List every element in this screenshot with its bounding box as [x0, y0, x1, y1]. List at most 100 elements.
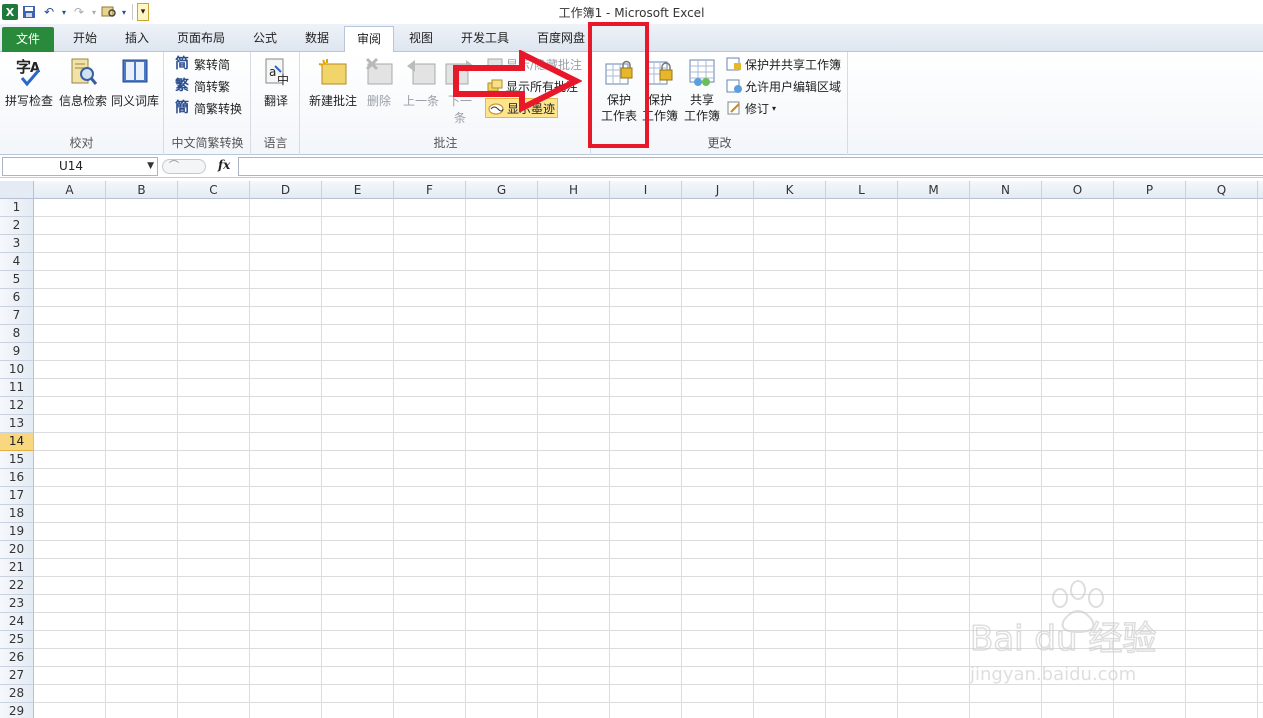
- changes-group-label: 更改: [707, 136, 732, 150]
- translate-button[interactable]: a中 翻译: [254, 56, 298, 109]
- show-all-comments-button[interactable]: 显示所有批注: [487, 76, 578, 96]
- row-header-27[interactable]: 27: [0, 667, 34, 685]
- tab-home[interactable]: 开始: [60, 26, 110, 52]
- to-traditional-button[interactable]: 繁 简转繁: [175, 76, 230, 96]
- column-header-e[interactable]: E: [322, 181, 394, 199]
- hide-comment-button[interactable]: 显示/隐藏批注: [487, 54, 582, 74]
- row-header-24[interactable]: 24: [0, 613, 34, 631]
- thesaurus-label: 同义词库: [110, 94, 159, 108]
- row-header-2[interactable]: 2: [0, 217, 34, 235]
- insert-function-button[interactable]: fx: [218, 158, 230, 172]
- row-header-29[interactable]: 29: [0, 703, 34, 718]
- column-header-c[interactable]: C: [178, 181, 250, 199]
- row-header-12[interactable]: 12: [0, 397, 34, 415]
- tab-baidu-netdisk[interactable]: 百度网盘: [528, 26, 594, 52]
- next-comment-button[interactable]: 下一条: [443, 56, 477, 126]
- tab-file[interactable]: 文件: [2, 27, 54, 52]
- show-ink-button[interactable]: 显示墨迹: [485, 98, 559, 118]
- row-header-21[interactable]: 21: [0, 559, 34, 577]
- tab-view[interactable]: 视图: [398, 26, 444, 52]
- column-header-p[interactable]: P: [1114, 181, 1186, 199]
- previous-comment-button[interactable]: 上一条: [401, 56, 441, 109]
- column-header-partial[interactable]: [1258, 181, 1263, 199]
- row-header-7[interactable]: 7: [0, 307, 34, 325]
- track-changes-dropdown-icon[interactable]: ▾: [772, 104, 776, 113]
- row-header-14[interactable]: 14: [0, 433, 34, 451]
- protect-share-button[interactable]: 保护并共享工作簿: [726, 54, 841, 74]
- row-header-26[interactable]: 26: [0, 649, 34, 667]
- row-header-17[interactable]: 17: [0, 487, 34, 505]
- row-header-19[interactable]: 19: [0, 523, 34, 541]
- row-header-28[interactable]: 28: [0, 685, 34, 703]
- column-header-n[interactable]: N: [970, 181, 1042, 199]
- row-header-3[interactable]: 3: [0, 235, 34, 253]
- row-header-9[interactable]: 9: [0, 343, 34, 361]
- name-box-dropdown-icon[interactable]: ▼: [147, 158, 154, 175]
- row-header-13[interactable]: 13: [0, 415, 34, 433]
- title-bar: X ↶ ▾ ↷ ▾ ▾ ▾ 工作簿1 - Microsoft Excel: [0, 0, 1263, 24]
- delete-comment-button[interactable]: 删除: [361, 56, 397, 109]
- row-header-5[interactable]: 5: [0, 271, 34, 289]
- spell-check-button[interactable]: 字A 拼写检查: [4, 56, 54, 109]
- tab-review[interactable]: 审阅: [344, 26, 394, 53]
- ribbon-tabs: 文件 开始 插入 页面布局 公式 数据 审阅 视图 开发工具 百度网盘: [0, 24, 1263, 53]
- row-header-1[interactable]: 1: [0, 199, 34, 217]
- row-header-6[interactable]: 6: [0, 289, 34, 307]
- protect-sheet-button[interactable]: 保护 工作表: [596, 56, 642, 124]
- column-header-d[interactable]: D: [250, 181, 322, 199]
- row-header-4[interactable]: 4: [0, 253, 34, 271]
- column-header-h[interactable]: H: [538, 181, 610, 199]
- column-header-b[interactable]: B: [106, 181, 178, 199]
- row-header-10[interactable]: 10: [0, 361, 34, 379]
- new-comment-button[interactable]: 新建批注: [305, 56, 361, 109]
- translate-label: 翻译: [263, 94, 288, 108]
- share-workbook-label-1: 共享: [689, 93, 714, 107]
- tab-formulas[interactable]: 公式: [242, 26, 288, 52]
- row-header-11[interactable]: 11: [0, 379, 34, 397]
- row-header-8[interactable]: 8: [0, 325, 34, 343]
- formula-bar-expand-icon[interactable]: ⌒: [162, 159, 206, 174]
- row-header-25[interactable]: 25: [0, 631, 34, 649]
- previous-comment-icon: [405, 56, 437, 88]
- column-header-i[interactable]: I: [610, 181, 682, 199]
- column-header-g[interactable]: G: [466, 181, 538, 199]
- select-all-corner[interactable]: [0, 181, 34, 199]
- chinese-conversion-group-label: 中文简繁转换: [171, 136, 244, 150]
- share-workbook-button[interactable]: 共享 工作簿: [682, 56, 722, 124]
- protect-sheet-label-1: 保护: [606, 93, 631, 107]
- to-simplified-button[interactable]: 简 繁转简: [175, 54, 230, 74]
- cells-area[interactable]: [34, 199, 1263, 718]
- formula-input[interactable]: [238, 157, 1263, 176]
- allow-edit-ranges-button[interactable]: 允许用户编辑区域: [726, 76, 841, 96]
- tab-data[interactable]: 数据: [294, 26, 340, 52]
- track-changes-button[interactable]: 修订 ▾: [726, 98, 776, 118]
- column-header-q[interactable]: Q: [1186, 181, 1258, 199]
- hide-comment-icon: [487, 56, 503, 72]
- column-header-m[interactable]: M: [898, 181, 970, 199]
- translate-icon: a中: [260, 56, 292, 88]
- research-button[interactable]: 信息检索: [58, 56, 108, 109]
- tab-insert[interactable]: 插入: [114, 26, 160, 52]
- row-header-15[interactable]: 15: [0, 451, 34, 469]
- spell-check-icon: 字A: [13, 56, 45, 88]
- column-header-f[interactable]: F: [394, 181, 466, 199]
- row-header-18[interactable]: 18: [0, 505, 34, 523]
- protect-workbook-button[interactable]: 保护 工作簿: [640, 56, 680, 124]
- name-box[interactable]: U14 ▼: [2, 157, 158, 176]
- row-header-20[interactable]: 20: [0, 541, 34, 559]
- formula-bar: U14 ▼ ⌒ fx: [0, 156, 1263, 178]
- row-header-22[interactable]: 22: [0, 577, 34, 595]
- thesaurus-button[interactable]: 同义词库: [110, 56, 160, 109]
- column-header-k[interactable]: K: [754, 181, 826, 199]
- column-header-j[interactable]: J: [682, 181, 754, 199]
- delete-comment-label: 删除: [366, 94, 391, 108]
- row-header-16[interactable]: 16: [0, 469, 34, 487]
- tab-developer[interactable]: 开发工具: [452, 26, 518, 52]
- column-header-a[interactable]: A: [34, 181, 106, 199]
- convert-button[interactable]: 簡 简繁转换: [175, 98, 242, 118]
- column-header-o[interactable]: O: [1042, 181, 1114, 199]
- row-header-23[interactable]: 23: [0, 595, 34, 613]
- tab-page-layout[interactable]: 页面布局: [168, 26, 234, 52]
- research-label: 信息检索: [58, 94, 107, 108]
- column-header-l[interactable]: L: [826, 181, 898, 199]
